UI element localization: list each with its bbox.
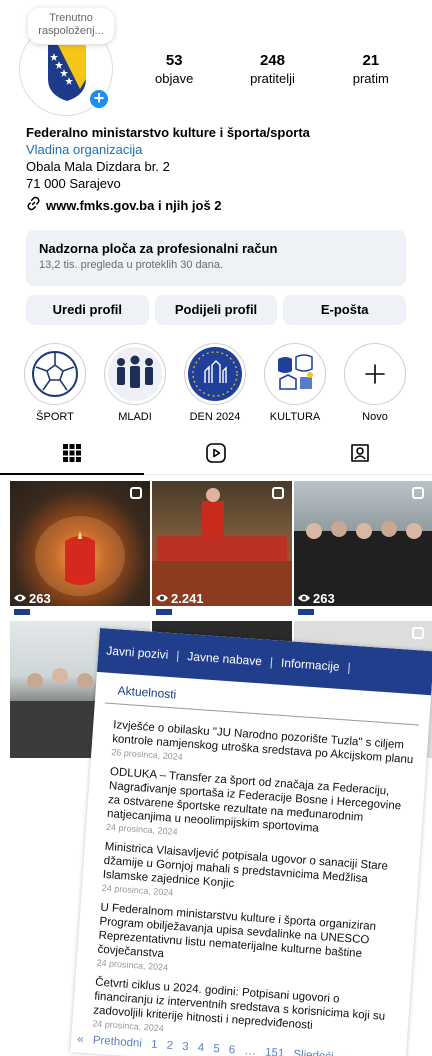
share-profile-button[interactable]: Podijeli profil [154, 295, 278, 325]
note-text: Trenutno raspoloženj... [38, 12, 104, 37]
tab-tagged[interactable] [288, 437, 432, 475]
highlight-den2024-label: DEN 2024 [189, 411, 241, 423]
add-story-icon[interactable]: + [88, 88, 110, 110]
multi-post-icon [412, 627, 424, 639]
profile-tabs [0, 437, 432, 475]
nav-information[interactable]: Informacije [281, 656, 341, 674]
stat-following-label: pratim [352, 71, 389, 86]
email-button[interactable]: E-pošta [283, 295, 407, 325]
news-item[interactable]: U Federalnom ministarstvu kulture i špor… [96, 901, 405, 989]
dashboard-subtitle: 13,2 tis. pregleda u proteklih 30 dana. [39, 259, 224, 271]
tab-grid[interactable] [0, 437, 144, 475]
heritage-icon [188, 347, 242, 401]
post-views: 263 [14, 591, 51, 606]
stat-following-value: 21 [362, 52, 380, 69]
highlight-sport-label: ŠPORT [36, 411, 74, 423]
news-item[interactable]: ODLUKA – Transfer za šport od značaja za… [106, 765, 415, 853]
stat-posts-value: 53 [165, 52, 183, 69]
highlight-den2024[interactable]: DEN 2024 [184, 343, 246, 423]
nav-divider: | [347, 660, 352, 675]
profile-header: Trenutno raspoloženj... + 53 objave 248 … [0, 0, 432, 118]
post-views-count: 263 [313, 591, 335, 606]
people-icon [108, 347, 162, 401]
address-line-1: Obala Mala Dizdara br. 2 [26, 159, 170, 174]
highlight-culture-label: KULTURA [269, 411, 321, 423]
link-icon [26, 196, 41, 215]
multi-post-icon [272, 487, 284, 499]
ministry-footer-strip [10, 606, 150, 618]
stat-followers-value: 248 [259, 52, 285, 69]
profile-link-text: www.fmks.gov.ba i njih još 2 [46, 198, 222, 213]
news-list: Izvješće o obilasku "JU Narodno pozorišt… [72, 703, 429, 1051]
highlight-youth[interactable]: MLADI [104, 343, 166, 423]
ministry-footer-strip [294, 606, 432, 618]
profile-name: Federalno ministarstvo kulture i športa/… [26, 125, 310, 140]
stat-posts[interactable]: 53 objave [125, 52, 223, 86]
stat-followers[interactable]: 248 pratitelji [223, 52, 321, 86]
professional-dashboard[interactable]: Nadzorna ploča za profesionalni račun 13… [26, 230, 406, 286]
post-tile[interactable]: 2.241 [152, 481, 292, 618]
nav-public-calls[interactable]: Javni pozivi [106, 644, 169, 662]
stat-posts-label: objave [155, 71, 194, 86]
culture-icon [268, 347, 322, 401]
website-news-screenshot[interactable]: Javni pozivi | Javne nabave | Informacij… [70, 628, 432, 1056]
note-bubble[interactable]: Trenutno raspoloženj... [28, 8, 114, 44]
post-views: 263 [298, 591, 335, 606]
post-views: 2.241 [156, 591, 204, 606]
address-line-2: 71 000 Sarajevo [26, 176, 121, 191]
edit-profile-button[interactable]: Uredi profil [26, 295, 149, 325]
profile-link[interactable]: www.fmks.gov.ba i njih još 2 [26, 196, 406, 215]
nav-divider: | [269, 654, 274, 670]
nav-divider: | [175, 648, 180, 663]
stat-following[interactable]: 21 pratim [322, 52, 420, 86]
football-icon [28, 347, 82, 401]
profile-actions: Uredi profil Podijeli profil E-pošta [26, 295, 407, 325]
highlight-new-label: Novo [362, 411, 388, 423]
reels-icon [205, 442, 227, 469]
eye-icon [156, 591, 168, 606]
eye-icon [298, 591, 310, 606]
eye-icon [14, 591, 26, 606]
post-views-count: 263 [29, 591, 51, 606]
news-item[interactable]: Ministrica Vlaisavljević potpisala ugovo… [102, 840, 410, 914]
stat-followers-label: pratitelji [250, 71, 295, 86]
tab-reels[interactable] [144, 437, 288, 475]
highlight-new[interactable]: Novo [344, 343, 406, 423]
highlight-sport[interactable]: ŠPORT [24, 343, 86, 423]
post-views-count: 2.241 [171, 591, 204, 606]
profile-stats: 53 objave 248 pratitelji 21 pratim [125, 52, 420, 86]
profile-category[interactable]: Vladina organizacija [26, 141, 406, 158]
highlight-culture[interactable]: KULTURA [264, 343, 326, 423]
dashboard-title: Nadzorna ploča za profesionalni račun [39, 241, 278, 256]
plus-icon [348, 347, 402, 401]
highlight-youth-label: MLADI [118, 411, 152, 423]
multi-post-icon [412, 487, 424, 499]
ministry-footer-strip [152, 606, 292, 618]
nav-procurement[interactable]: Javne nabave [187, 649, 263, 668]
post-tile[interactable]: 263 [10, 481, 150, 618]
post-tile[interactable]: 263 [294, 481, 432, 618]
story-highlights: ŠPORT MLADI DEN 2024 KULTURA Novo [0, 343, 432, 423]
tagged-icon [349, 442, 371, 469]
multi-post-icon [130, 487, 142, 499]
grid-icon [62, 443, 82, 468]
profile-bio: Federalno ministarstvo kulture i športa/… [0, 124, 432, 215]
